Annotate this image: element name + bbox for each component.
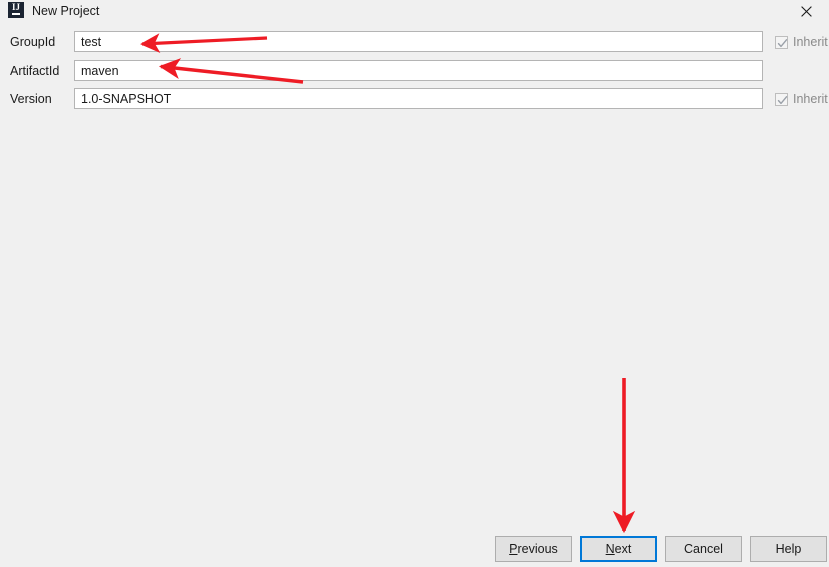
version-inherit-label: Inherit <box>793 92 828 106</box>
version-inherit-checkbox[interactable] <box>775 92 788 106</box>
version-input[interactable] <box>74 88 763 109</box>
window-title: New Project <box>32 4 100 18</box>
next-button-mnemonic: N <box>605 542 615 556</box>
checkmark-icon <box>777 95 788 104</box>
version-label: Version <box>10 92 52 106</box>
previous-button-label: revious <box>517 542 558 556</box>
close-icon <box>800 5 812 17</box>
groupid-label: GroupId <box>10 35 56 49</box>
next-button-label: ext <box>614 542 632 556</box>
intellij-idea-icon-text: IJ <box>11 2 20 12</box>
cancel-button-label: Cancel <box>684 542 723 556</box>
help-button-label: Help <box>775 542 802 556</box>
close-button[interactable] <box>783 0 829 22</box>
groupid-inherit-checkbox[interactable] <box>775 35 788 49</box>
form-row-version: Version Inherit <box>0 88 829 110</box>
artifactid-input[interactable] <box>74 60 763 81</box>
previous-button-mnemonic: P <box>509 542 518 556</box>
checkmark-icon <box>777 38 788 47</box>
next-button[interactable]: Next <box>580 536 657 562</box>
groupid-input[interactable] <box>74 31 763 52</box>
form-row-groupid: GroupId Inherit <box>0 31 829 53</box>
form-row-artifactid: ArtifactId <box>0 60 829 82</box>
previous-button[interactable]: Previous <box>495 536 572 562</box>
cancel-button[interactable]: Cancel <box>665 536 742 562</box>
intellij-idea-icon: IJ <box>8 2 24 18</box>
version-inherit-group[interactable]: Inherit <box>775 90 828 108</box>
groupid-inherit-label: Inherit <box>793 35 828 49</box>
help-button[interactable]: Help <box>750 536 827 562</box>
intellij-idea-icon-bar <box>12 13 20 15</box>
annotation-overlay <box>140 33 636 534</box>
groupid-inherit-group[interactable]: Inherit <box>775 33 828 51</box>
dialog-button-bar: Previous Next Cancel Help <box>0 536 829 567</box>
window-titlebar: IJ New Project <box>0 0 829 23</box>
artifactid-label: ArtifactId <box>10 64 60 78</box>
